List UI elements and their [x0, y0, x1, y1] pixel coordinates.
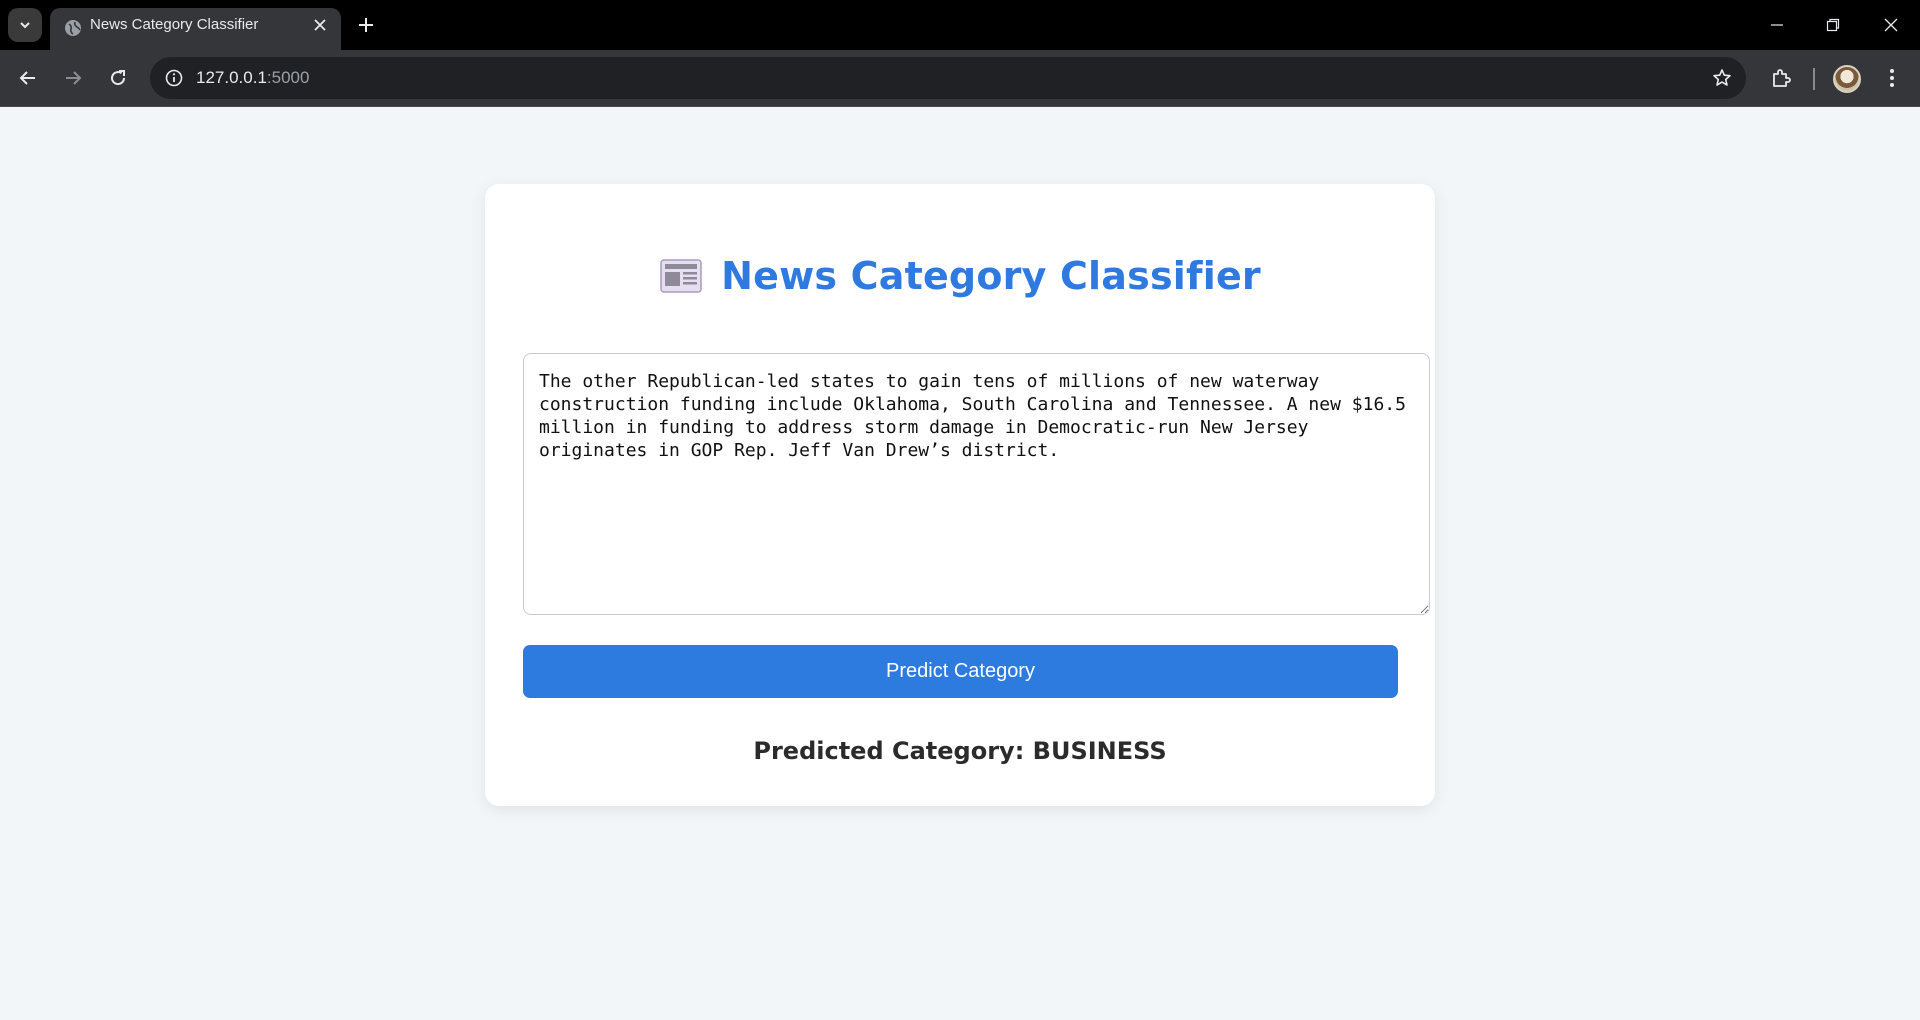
- tab-strip: News Category Classifier: [0, 0, 1920, 50]
- tab-title: News Category Classifier: [90, 16, 259, 33]
- article-textarea[interactable]: The other Republican-led states to gain …: [523, 353, 1430, 615]
- star-icon[interactable]: [1708, 64, 1736, 92]
- close-icon[interactable]: [309, 14, 331, 36]
- profile-avatar[interactable]: [1833, 65, 1861, 93]
- predict-category-button[interactable]: Predict Category: [523, 645, 1398, 698]
- plus-icon[interactable]: [352, 11, 380, 39]
- toolbar-divider: [1813, 68, 1815, 90]
- forward-arrow-icon[interactable]: [55, 60, 91, 96]
- globe-icon: [65, 20, 81, 36]
- window-close-icon[interactable]: [1876, 10, 1906, 40]
- extensions-icon[interactable]: [1763, 60, 1799, 96]
- classifier-card: News Category Classifier The other Repub…: [485, 184, 1435, 806]
- page-title: News Category Classifier: [721, 254, 1261, 298]
- url-port: :5000: [266, 68, 310, 87]
- reload-icon[interactable]: [100, 60, 136, 96]
- prediction-result: Predicted Category: BUSINESS: [753, 737, 1167, 765]
- more-vert-icon[interactable]: [1874, 60, 1910, 96]
- info-icon[interactable]: [160, 64, 188, 92]
- back-arrow-icon[interactable]: [10, 60, 46, 96]
- url-host: 127.0.0.1: [196, 68, 267, 87]
- page-heading: News Category Classifier: [485, 248, 1435, 304]
- url-text: 127.0.0.1:5000: [196, 57, 309, 99]
- restore-icon[interactable]: [1818, 10, 1848, 40]
- newspaper-icon: [660, 259, 702, 293]
- minimize-icon[interactable]: [1762, 10, 1792, 40]
- tab-search-icon[interactable]: [8, 8, 42, 42]
- tab-active[interactable]: News Category Classifier: [50, 8, 341, 50]
- address-bar[interactable]: 127.0.0.1:5000: [150, 57, 1746, 99]
- browser-toolbar: 127.0.0.1:5000: [0, 50, 1920, 107]
